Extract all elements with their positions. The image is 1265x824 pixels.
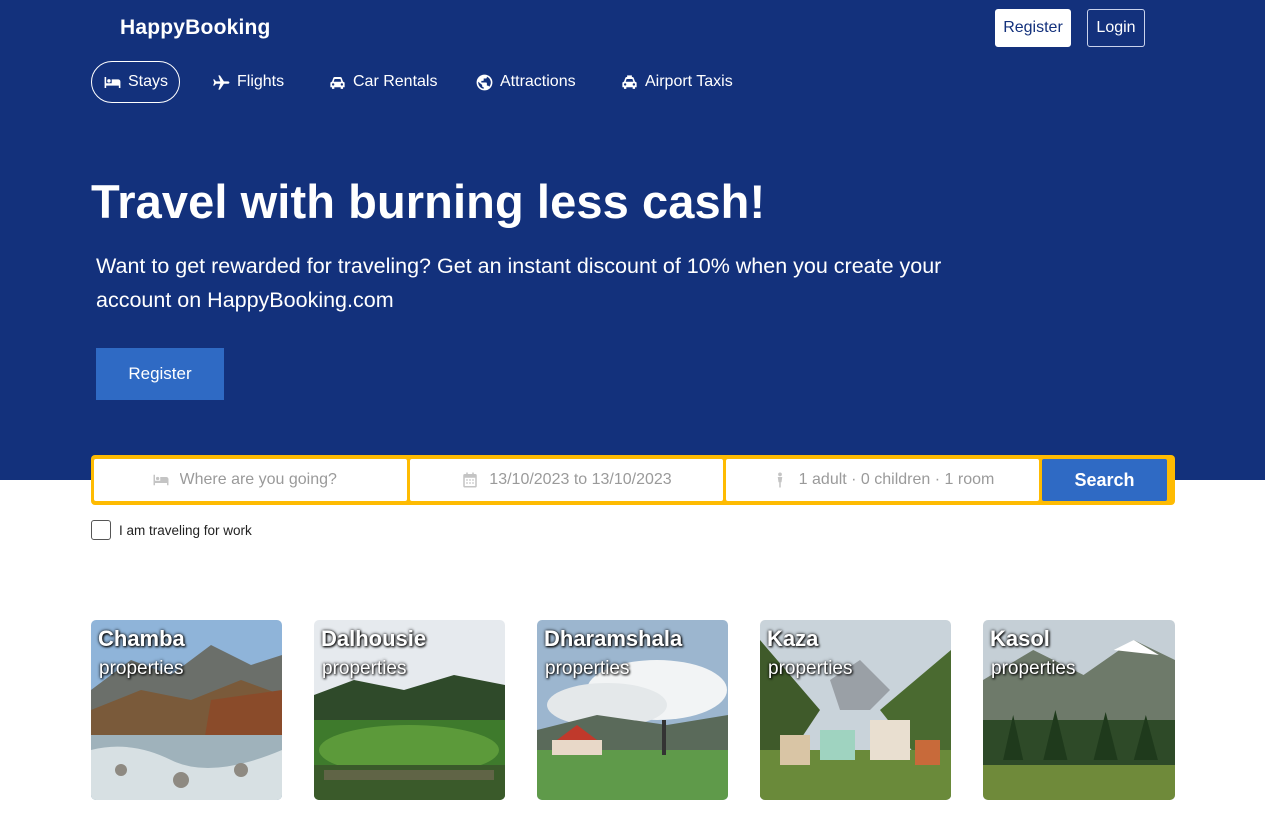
bed-icon: [103, 72, 122, 92]
destination-subtitle: properties: [768, 658, 853, 679]
car-icon: [327, 72, 347, 92]
plane-icon: [211, 72, 231, 92]
destination-name: Dalhousie: [321, 626, 427, 651]
hero-title: Travel with burning less cash!: [91, 175, 766, 228]
destination-card-kaza[interactable]: Kaza properties: [760, 620, 951, 800]
destination-subtitle: properties: [991, 658, 1076, 679]
date-range-value: 13/10/2023 to 13/10/2023: [489, 471, 672, 488]
date-range-field[interactable]: 13/10/2023 to 13/10/2023: [410, 459, 723, 501]
destination-name: Chamba: [98, 626, 185, 651]
destination-card-chamba[interactable]: Chamba properties: [91, 620, 282, 800]
hero-register-button[interactable]: Register: [96, 348, 224, 400]
nav-item-label: Airport Taxis: [645, 73, 733, 90]
person-icon: [777, 472, 782, 488]
calendar-icon: [463, 472, 478, 488]
nav-item-label: Attractions: [500, 73, 576, 90]
destination-field[interactable]: [94, 459, 407, 501]
nav-item-label: Car Rentals: [353, 73, 438, 90]
destination-card-kasol[interactable]: Kasol properties: [983, 620, 1175, 800]
search-bar: 13/10/2023 to 13/10/2023 1 adult · 0 chi…: [91, 455, 1175, 505]
header-register-button[interactable]: Register: [995, 9, 1071, 47]
destination-name: Kasol: [990, 626, 1050, 651]
search-button[interactable]: Search: [1042, 459, 1167, 501]
taxi-icon: [619, 72, 639, 92]
nav-item-attractions[interactable]: Attractions: [474, 61, 576, 103]
nav-item-flights[interactable]: Flights: [211, 61, 284, 103]
guests-field[interactable]: 1 adult · 0 children · 1 room: [726, 459, 1039, 501]
header-login-button[interactable]: Login: [1087, 9, 1145, 47]
work-travel-checkbox[interactable]: [91, 520, 111, 540]
destination-subtitle: properties: [99, 658, 184, 679]
work-travel-option: I am traveling for work: [91, 520, 252, 540]
destination-list: Chamba properties Dalhousie properties D…: [91, 620, 1175, 800]
category-nav: Stays Flights Car Rentals Attractions Ai…: [91, 61, 733, 103]
nav-item-label: Stays: [128, 73, 169, 90]
destination-subtitle: properties: [322, 658, 407, 679]
nav-item-airport-taxis[interactable]: Airport Taxis: [619, 61, 733, 103]
nav-item-label: Flights: [237, 73, 285, 90]
bed-icon: [153, 474, 168, 486]
globe-icon: [474, 72, 494, 92]
destination-input[interactable]: [179, 471, 350, 489]
destination-name: Kaza: [767, 626, 819, 651]
nav-item-stays[interactable]: Stays: [91, 61, 180, 103]
hero-description: Want to get rewarded for traveling? Get …: [96, 254, 942, 312]
work-travel-label[interactable]: I am traveling for work: [119, 523, 252, 538]
nav-item-car-rentals[interactable]: Car Rentals: [327, 61, 437, 103]
destination-name: Dharamshala: [544, 626, 683, 651]
destination-card-dharamshala[interactable]: Dharamshala properties: [537, 620, 728, 800]
destination-card-dalhousie[interactable]: Dalhousie properties: [314, 620, 505, 800]
guests-value: 1 adult · 0 children · 1 room: [798, 471, 995, 488]
destination-subtitle: properties: [545, 658, 630, 679]
brand-logo[interactable]: HappyBooking: [120, 16, 271, 40]
